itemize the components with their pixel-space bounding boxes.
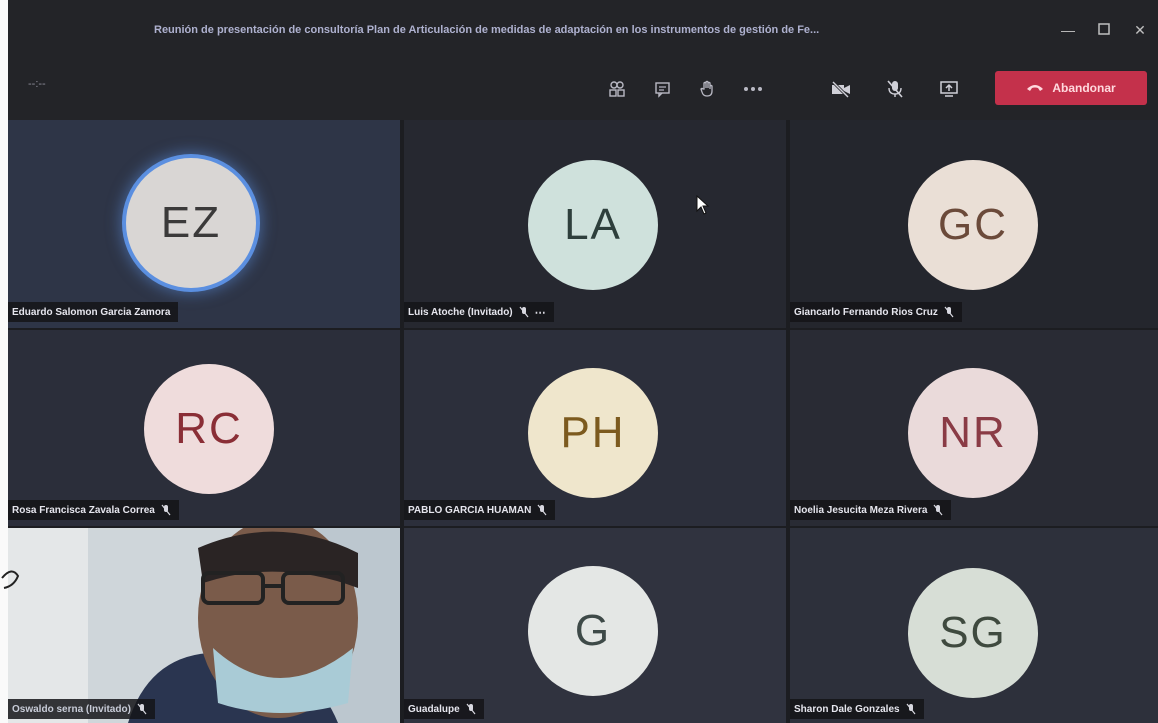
mic-off-icon bbox=[933, 504, 943, 516]
participant-name-tag: Luis Atoche (Invitado) ⋯ bbox=[404, 302, 554, 322]
minimize-icon[interactable]: — bbox=[1060, 22, 1076, 38]
mic-off-icon[interactable] bbox=[882, 76, 908, 102]
participants-icon[interactable] bbox=[604, 76, 630, 102]
participant-name-tag: Oswaldo serna (Invitado) bbox=[8, 699, 155, 719]
avatar: NR bbox=[908, 368, 1038, 498]
participant-name: Noelia Jesucita Meza Rivera bbox=[794, 504, 928, 516]
mic-off-icon bbox=[537, 504, 547, 516]
close-icon[interactable]: ✕ bbox=[1132, 22, 1148, 38]
avatar: EZ bbox=[126, 158, 256, 288]
avatar: G bbox=[528, 566, 658, 696]
teams-meeting-window: Reunión de presentación de consultoría P… bbox=[8, 0, 1158, 723]
participant-tile[interactable]: G Guadalupe bbox=[404, 528, 786, 723]
mic-off-icon bbox=[161, 504, 171, 516]
meeting-title: Reunión de presentación de consultoría P… bbox=[154, 24, 820, 36]
participant-name-tag: Guadalupe bbox=[404, 699, 484, 719]
camera-off-icon[interactable] bbox=[828, 76, 854, 102]
avatar: LA bbox=[528, 160, 658, 290]
avatar: PH bbox=[528, 368, 658, 498]
mic-off-icon bbox=[519, 306, 529, 318]
participant-grid: EZ Eduardo Salomon Garcia Zamora LA Luis… bbox=[8, 120, 1158, 723]
participant-name-tag: Noelia Jesucita Meza Rivera bbox=[790, 500, 952, 520]
participant-tile[interactable]: LA Luis Atoche (Invitado) ⋯ bbox=[404, 120, 786, 328]
mouse-cursor-icon bbox=[696, 195, 710, 215]
raise-hand-icon[interactable] bbox=[694, 76, 720, 102]
participant-name: Guadalupe bbox=[408, 703, 460, 715]
more-options-icon[interactable]: ⋯ bbox=[535, 306, 546, 319]
leave-button-label: Abandonar bbox=[1052, 81, 1116, 95]
participant-name: Sharon Dale Gonzales bbox=[794, 703, 900, 715]
avatar: GC bbox=[908, 160, 1038, 290]
mic-off-icon bbox=[906, 703, 916, 715]
participant-tile[interactable]: PH PABLO GARCIA HUAMAN bbox=[404, 330, 786, 526]
hang-up-icon bbox=[1026, 81, 1044, 95]
pen-doodle-icon bbox=[1, 570, 20, 589]
share-screen-icon[interactable] bbox=[936, 76, 962, 102]
participant-name: Oswaldo serna (Invitado) bbox=[12, 703, 131, 715]
participant-video-tile[interactable]: Oswaldo serna (Invitado) bbox=[8, 528, 400, 723]
more-actions-icon[interactable] bbox=[740, 76, 766, 102]
mic-off-icon bbox=[944, 306, 954, 318]
participant-name-tag: Sharon Dale Gonzales bbox=[790, 699, 924, 719]
avatar: RC bbox=[144, 364, 274, 494]
participant-tile[interactable]: RC Rosa Francisca Zavala Correa bbox=[8, 330, 400, 526]
meeting-toolbar: --:-- Abandonar bbox=[8, 60, 1158, 120]
title-bar: Reunión de presentación de consultoría P… bbox=[8, 0, 1158, 60]
maximize-icon[interactable] bbox=[1096, 22, 1112, 38]
participant-name-tag: PABLO GARCIA HUAMAN bbox=[404, 500, 556, 520]
participant-name: PABLO GARCIA HUAMAN bbox=[408, 504, 532, 516]
chat-icon[interactable] bbox=[650, 76, 676, 102]
avatar: SG bbox=[908, 568, 1038, 698]
participant-name: Giancarlo Fernando Rios Cruz bbox=[794, 306, 938, 318]
leave-button[interactable]: Abandonar bbox=[995, 71, 1147, 105]
participant-tile[interactable]: SG Sharon Dale Gonzales bbox=[790, 528, 1158, 723]
participant-name: Luis Atoche (Invitado) bbox=[408, 306, 513, 318]
participant-name-tag: Eduardo Salomon Garcia Zamora bbox=[8, 302, 179, 322]
participant-tile[interactable]: EZ Eduardo Salomon Garcia Zamora bbox=[8, 120, 400, 328]
participant-name: Rosa Francisca Zavala Correa bbox=[12, 504, 155, 516]
meeting-timer: --:-- bbox=[28, 78, 46, 90]
participant-name-tag: Rosa Francisca Zavala Correa bbox=[8, 500, 179, 520]
mic-off-icon bbox=[466, 703, 476, 715]
participant-name: Eduardo Salomon Garcia Zamora bbox=[12, 306, 171, 318]
participant-tile[interactable]: GC Giancarlo Fernando Rios Cruz bbox=[790, 120, 1158, 328]
participant-video bbox=[8, 528, 400, 723]
participant-name-tag: Giancarlo Fernando Rios Cruz bbox=[790, 302, 962, 322]
mic-off-icon bbox=[137, 703, 147, 715]
participant-tile[interactable]: NR Noelia Jesucita Meza Rivera bbox=[790, 330, 1158, 526]
